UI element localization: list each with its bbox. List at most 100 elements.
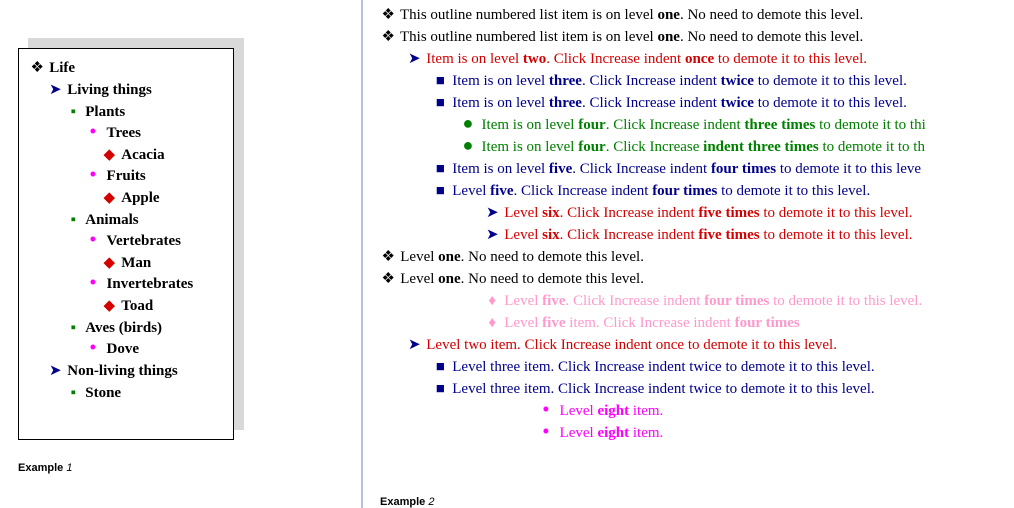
tree-item-label: Aves (birds) (85, 320, 162, 336)
tree-item: ▪ Stone (29, 382, 227, 404)
bullet-l6-icon: ■ (432, 356, 449, 378)
bullet-l1-icon: ❖ (380, 268, 397, 290)
list-item: • Level eight item. (380, 400, 1014, 422)
list-item-text: Item is on level two. Click Increase ind… (426, 51, 867, 67)
tree-item: • Trees (29, 123, 227, 144)
tree-item: ▪ Plants (29, 101, 227, 123)
list-item: • Level eight item. (380, 422, 1014, 444)
bullet-level5-icon: ◆ (101, 144, 118, 165)
tree-item: ➤ Living things (29, 79, 227, 101)
tree-item-label: Plants (85, 104, 125, 120)
list-item-text: Item is on level three. Click Increase i… (452, 73, 907, 89)
list-item-text: Level three item. Click Increase indent … (452, 381, 874, 397)
list-item: ➤ Level six. Click Increase indent five … (380, 202, 1014, 224)
list-item: ❖ This outline numbered list item is on … (380, 4, 1014, 26)
tree-item-label: Invertebrates (107, 276, 194, 292)
list-item: ➤ Item is on level two. Click Increase i… (380, 48, 1014, 70)
list-item: ❖ Level one. No need to demote this leve… (380, 246, 1014, 268)
list-item-text: Level three item. Click Increase indent … (452, 359, 874, 375)
tree-item-label: Vertebrates (107, 233, 181, 249)
tree-item-label: Living things (67, 82, 152, 98)
tree-item: ❖ Life (29, 57, 227, 79)
list-item-text: Level five. Click Increase indent four t… (452, 183, 870, 199)
list-item: ■ Item is on level five. Click Increase … (380, 158, 1014, 180)
list-item: ● Item is on level four. Click Increase … (380, 114, 1014, 136)
bullet-level5-icon: ◆ (101, 252, 118, 273)
bullet-level2-icon: ➤ (47, 79, 64, 100)
tree-item-label: Fruits (107, 168, 146, 184)
bullet-l6-icon: ■ (432, 180, 449, 202)
bullet-l1-icon: ❖ (380, 26, 397, 48)
bullet-l2-icon: ➤ (484, 224, 501, 246)
tree-item: ◆ Man (29, 252, 227, 274)
bullet-level5-icon: ◆ (101, 187, 118, 208)
example2-list: ❖ This outline numbered list item is on … (380, 4, 1014, 444)
tree-item: • Invertebrates (29, 274, 227, 295)
tree-item: • Fruits (29, 166, 227, 187)
tree-item: • Dove (29, 339, 227, 360)
tree-item-label: Stone (85, 385, 121, 401)
list-item: ♦ Level five. Click Increase indent four… (380, 290, 1014, 312)
list-item-text: Item is on level four. Click Increase in… (482, 117, 926, 133)
list-item: ♦ Level five item. Click Increase indent… (380, 312, 1014, 334)
example1-box: ❖ Life➤ Living things▪ Plants• Trees◆ Ac… (18, 48, 234, 440)
list-item-text: Level eight item. (560, 403, 664, 419)
bullet-level5-icon: ◆ (101, 295, 118, 316)
list-item-text: Item is on level five. Click Increase in… (452, 161, 921, 177)
tree-item-label: Man (121, 255, 151, 271)
bullet-level3-icon: ▪ (65, 101, 82, 122)
bullet-l2-icon: ➤ (406, 48, 423, 70)
bullet-level3-icon: ▪ (65, 382, 82, 403)
bullet-l6-icon: ■ (432, 158, 449, 180)
list-item-text: Level one. No need to demote this level. (400, 249, 644, 265)
list-item-text: Level two item. Click Increase indent on… (426, 337, 837, 353)
bullet-l2-icon: ➤ (484, 202, 501, 224)
tree-item-label: Animals (85, 212, 138, 228)
tree-item-label: Trees (107, 125, 141, 141)
tree-item: • Vertebrates (29, 231, 227, 252)
list-item-text: This outline numbered list item is on le… (400, 29, 863, 45)
bullet-level3-icon: ▪ (65, 317, 82, 338)
list-item-text: Level eight item. (560, 425, 664, 441)
list-item: ➤ Level two item. Click Increase indent … (380, 334, 1014, 356)
tree-item: ▪ Aves (birds) (29, 317, 227, 339)
tree-item: ▪ Animals (29, 209, 227, 231)
tree-item-label: Toad (121, 298, 153, 314)
list-item: ● Item is on level four. Click Increase … (380, 136, 1014, 158)
list-item-text: Item is on level four. Click Increase in… (482, 139, 925, 155)
list-item-text: Level six. Click Increase indent five ti… (504, 205, 912, 221)
list-item: ■ Level five. Click Increase indent four… (380, 180, 1014, 202)
example1-caption: Example 1 (18, 462, 72, 474)
list-item: ■ Level three item. Click Increase inden… (380, 356, 1014, 378)
list-item-text: Level one. No need to demote this level. (400, 271, 644, 287)
bullet-l1-icon: ❖ (380, 4, 397, 26)
example2-caption: Example 2 (380, 496, 434, 508)
list-item: ■ Item is on level three. Click Increase… (380, 92, 1014, 114)
list-item-text: Item is on level three. Click Increase i… (452, 95, 907, 111)
list-item: ■ Item is on level three. Click Increase… (380, 70, 1014, 92)
vertical-divider (362, 0, 363, 508)
list-item: ■ Level three item. Click Increase inden… (380, 378, 1014, 400)
tree-item-label: Acacia (121, 147, 164, 163)
bullet-level2-icon: ➤ (47, 360, 64, 381)
list-item-text: Level six. Click Increase indent five ti… (504, 227, 912, 243)
bullet-l2-icon: ➤ (406, 334, 423, 356)
tree-item-label: Non-living things (67, 363, 177, 379)
bullet-level1-icon: ❖ (29, 57, 46, 78)
tree-item: ◆ Toad (29, 295, 227, 317)
bullet-l6-icon: ■ (432, 92, 449, 114)
list-item: ➤ Level six. Click Increase indent five … (380, 224, 1014, 246)
tree-item-label: Apple (121, 190, 159, 206)
bullet-l8-icon: ♦ (484, 312, 501, 334)
bullet-l6-icon: ■ (432, 378, 449, 400)
tree-item: ◆ Apple (29, 187, 227, 209)
list-item-text: Level five. Click Increase indent four t… (504, 293, 922, 309)
tree-item: ◆ Acacia (29, 144, 227, 166)
list-item: ❖ Level one. No need to demote this leve… (380, 268, 1014, 290)
bullet-l8-icon: ♦ (484, 290, 501, 312)
list-item: ❖ This outline numbered list item is on … (380, 26, 1014, 48)
list-item-text: Level five item. Click Increase indent f… (504, 315, 799, 331)
bullet-l1-icon: ❖ (380, 246, 397, 268)
tree-item-label: Life (49, 60, 75, 76)
bullet-l6-icon: ■ (432, 70, 449, 92)
